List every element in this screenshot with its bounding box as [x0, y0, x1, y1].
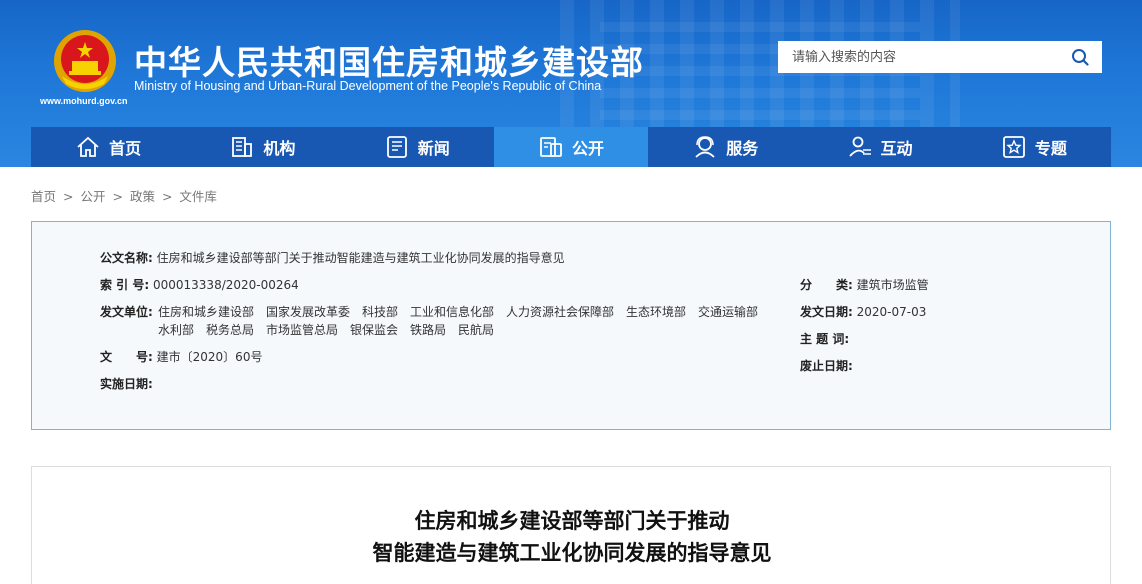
search-box [778, 41, 1102, 73]
meta-subject: 主 题 词: [800, 330, 849, 348]
meta-index: 索 引 号: 000013338/2020-00264 [100, 276, 299, 294]
meta-value: 2020-07-03 [856, 305, 927, 319]
search-input[interactable] [778, 41, 1058, 73]
meta-label: 主 题 词: [800, 332, 850, 346]
breadcrumb-policy[interactable]: 政策 [130, 189, 155, 204]
site-url: www.mohurd.gov.cn [40, 96, 128, 106]
meta-label: 废止日期: [800, 359, 853, 373]
nav-item-interaction[interactable]: 互动 [802, 127, 956, 167]
meta-label: 分 类: [800, 278, 853, 292]
meta-label: 索 引 号: [100, 278, 150, 292]
article-title-line2: 智能建造与建筑工业化协同发展的指导意见 [372, 541, 772, 565]
breadcrumb-home[interactable]: 首页 [31, 189, 56, 204]
article-container: 住房和城乡建设部等部门关于推动 智能建造与建筑工业化协同发展的指导意见 [31, 466, 1111, 584]
meta-label: 文 号: [100, 350, 153, 364]
meta-label: 公文名称: [100, 251, 153, 265]
meta-effective-date: 实施日期: [100, 375, 153, 393]
site-title[interactable]: 中华人民共和国住房和城乡建设部 [134, 36, 644, 84]
interaction-icon [848, 136, 871, 157]
meta-value: 住房和城乡建设部等部门关于推动智能建造与建筑工业化协同发展的指导意见 [156, 251, 565, 265]
meta-label: 发文日期: [800, 305, 853, 319]
breadcrumb: 首页 > 公开 > 政策 > 文件库 [31, 186, 220, 205]
breadcrumb-separator: > [63, 189, 74, 204]
meta-doc-name: 公文名称: 住房和城乡建设部等部门关于推动智能建造与建筑工业化协同发展的指导意见 [100, 249, 565, 267]
meta-label: 实施日期: [100, 377, 153, 391]
article-title: 住房和城乡建设部等部门关于推动 智能建造与建筑工业化协同发展的指导意见 [32, 505, 1112, 569]
service-icon [695, 136, 715, 158]
meta-label: 发文单位: [100, 305, 153, 319]
nav-label: 服务 [726, 139, 759, 158]
site-subtitle: Ministry of Housing and Urban-Rural Deve… [134, 79, 602, 93]
breadcrumb-separator: > [112, 189, 123, 204]
meta-doc-no: 文 号: 建市〔2020〕60号 [100, 348, 262, 366]
meta-category: 分 类: 建筑市场监管 [800, 276, 929, 294]
nav-item-public[interactable]: 公开 [493, 127, 649, 167]
main-nav: 首页 机构 新闻 公开 服务 互动 专题 [31, 127, 1111, 167]
star-icon [1002, 136, 1025, 158]
document-meta-box: 公文名称: 住房和城乡建设部等部门关于推动智能建造与建筑工业化协同发展的指导意见… [31, 221, 1111, 430]
meta-value: 建筑市场监管 [856, 278, 929, 292]
meta-value: 建市〔2020〕60号 [156, 350, 263, 364]
breadcrumb-library[interactable]: 文件库 [179, 189, 217, 204]
nav-label: 专题 [1034, 139, 1067, 158]
nav-label: 新闻 [417, 139, 450, 158]
nav-item-home[interactable]: 首页 [31, 127, 185, 167]
search-icon[interactable] [1070, 47, 1090, 67]
building-icon [232, 137, 253, 157]
meta-abolish-date: 废止日期: [800, 357, 853, 375]
nav-label: 首页 [109, 139, 142, 158]
nav-label: 互动 [880, 139, 913, 158]
meta-value: 000013338/2020-00264 [152, 278, 299, 292]
breadcrumb-public[interactable]: 公开 [80, 189, 105, 204]
news-icon [386, 136, 407, 158]
nav-label: 机构 [263, 139, 296, 158]
nav-label: 公开 [571, 139, 604, 158]
national-emblem-icon[interactable] [52, 28, 118, 94]
meta-issuer-value: 住房和城乡建设部 国家发展改革委 科技部 工业和信息化部 人力资源社会保障部 生… [158, 305, 771, 337]
nav-item-service[interactable]: 服务 [648, 127, 802, 167]
nav-item-news[interactable]: 新闻 [340, 127, 494, 167]
home-icon [77, 136, 99, 157]
breadcrumb-separator: > [161, 189, 173, 204]
nav-item-organization[interactable]: 机构 [185, 127, 339, 167]
meta-issuer: 发文单位: [100, 303, 153, 321]
document-icon [540, 137, 562, 157]
article-title-line1: 住房和城乡建设部等部门关于推动 [414, 509, 730, 533]
meta-issue-date: 发文日期: 2020-07-03 [800, 303, 926, 321]
nav-item-topics[interactable]: 专题 [957, 127, 1111, 167]
